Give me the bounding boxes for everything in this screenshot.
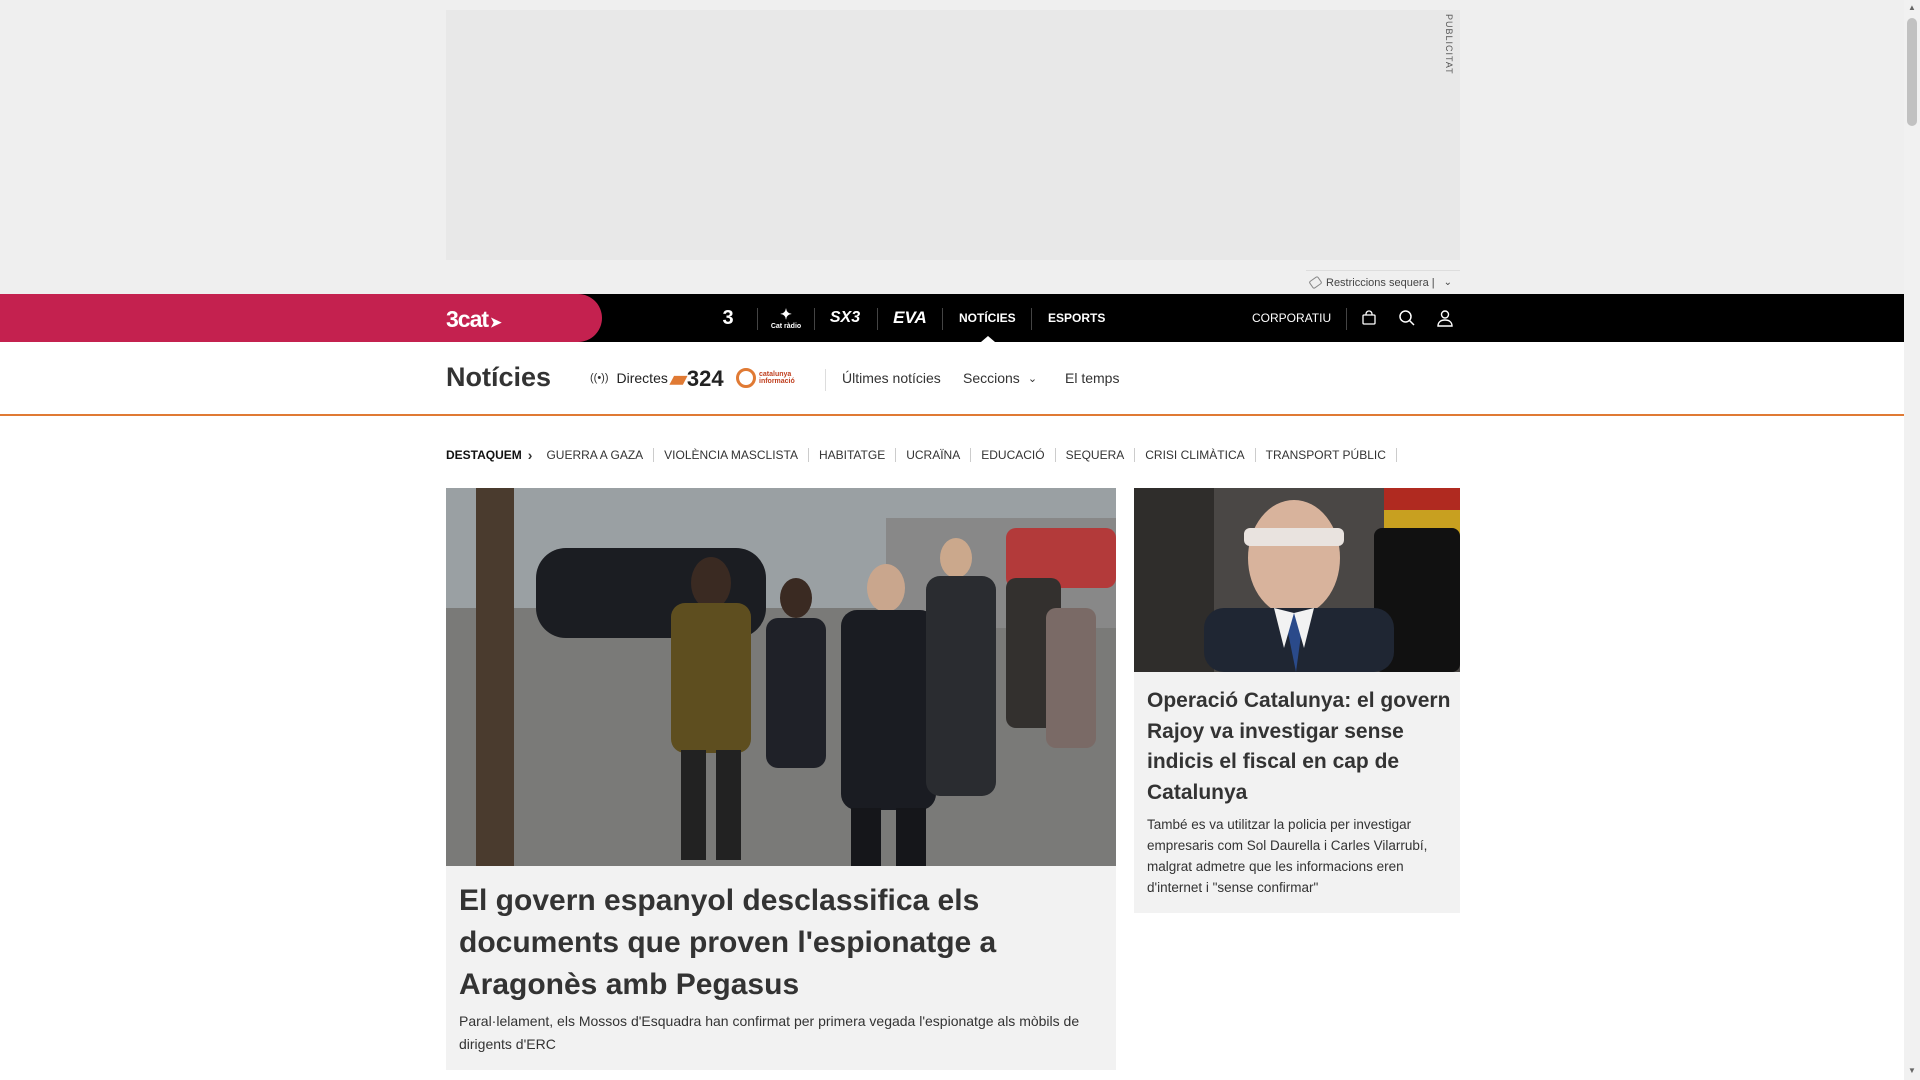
channel-3-label: 3: [722, 306, 734, 329]
catinfo-logo-text: catalunya informació: [759, 371, 795, 385]
separator: [942, 308, 943, 330]
main-article-photo[interactable]: [446, 488, 1116, 866]
channel-catradio-logo[interactable]: ✦ Cat ràdio: [770, 294, 802, 342]
page-title: Notícies: [446, 362, 552, 392]
tag-crisi-climatica[interactable]: CRISI CLIMÀTICA: [1135, 448, 1256, 462]
live-broadcast-icon: ((•)): [590, 372, 609, 384]
catalunya-informacio-logo[interactable]: catalunya informació: [736, 368, 819, 388]
scroll-down-icon[interactable]: ▼: [1908, 1066, 1916, 1075]
search-icon[interactable]: [1396, 307, 1418, 329]
catradio-wing-icon: ✦: [780, 306, 792, 322]
channel-sx3-label: SX3: [829, 309, 861, 326]
chevron-down-icon: ⌄: [1027, 372, 1038, 385]
separator: [814, 308, 815, 330]
corporatiu-link[interactable]: CORPORATIU: [1252, 294, 1331, 342]
ad-zone: PUBLICITAT Restriccions sequera | ⌄: [0, 0, 1904, 294]
brand-area: [0, 294, 602, 342]
nav-noticies[interactable]: NOTÍCIES: [959, 294, 1016, 342]
highlight-tags: DESTAQUEM › GUERRA A GAZA VIOLÈNCIA MASC…: [446, 446, 1397, 464]
top-navigation-bar: 3cat ➤ 3 ✦ Cat ràdio SX3 EVA NOTÍCIES ESP…: [0, 294, 1904, 342]
channel-eva-logo[interactable]: EVA: [890, 294, 930, 342]
separator: [1346, 308, 1347, 330]
section-header: Notícies ((•)) Directes ▰324 catalunya i…: [0, 342, 1904, 416]
tag-guerra-gaza[interactable]: GUERRA A GAZA: [546, 448, 655, 462]
nav-esports[interactable]: ESPORTS: [1048, 294, 1105, 342]
separator: [825, 369, 826, 391]
tag-sequera[interactable]: SEQUERA: [1056, 448, 1136, 462]
channel-catradio-label: Cat ràdio: [770, 323, 802, 330]
side-article-photo[interactable]: [1134, 488, 1460, 672]
arrow-icon: ➤: [490, 314, 502, 330]
side-article-title[interactable]: Operació Catalunya: el govern Rajoy va i…: [1147, 686, 1452, 808]
page-scrollbar[interactable]: ▲ ▼: [1904, 0, 1920, 1080]
nav-el-temps[interactable]: El temps: [1065, 370, 1119, 386]
scrollbar-thumb[interactable]: [1907, 18, 1917, 126]
nav-noticies-label: NOTÍCIES: [959, 311, 1016, 325]
destaquem-label[interactable]: DESTAQUEM: [446, 448, 522, 462]
user-icon[interactable]: [1434, 307, 1456, 329]
side-article-subtitle: També es va utilitzar la policia per inv…: [1147, 817, 1428, 895]
main-article-card[interactable]: El govern espanyol desclassifica els doc…: [446, 488, 1116, 1070]
bag-icon[interactable]: [1358, 307, 1380, 329]
324-logo-mark: ▰: [670, 366, 687, 391]
nav-ultimes-noticies[interactable]: Últimes notícies: [842, 370, 941, 386]
separator: [757, 308, 758, 330]
nav-seccions-dropdown[interactable]: Seccions ⌄: [963, 370, 1037, 386]
side-article-card[interactable]: Operació Catalunya: el govern Rajoy va i…: [1134, 488, 1460, 913]
channel-sx3-logo[interactable]: SX3: [826, 294, 864, 342]
tag-habitatge[interactable]: HABITATGE: [809, 448, 897, 462]
separator: [877, 308, 878, 330]
separator: [1031, 308, 1032, 330]
324-logo-text: 324: [686, 366, 724, 391]
directes-label: Directes: [616, 370, 668, 386]
drought-restrictions-label: Restriccions sequera |: [1326, 276, 1435, 289]
channel-eva-label: EVA: [893, 308, 927, 327]
ad-banner[interactable]: [446, 10, 1460, 260]
ad-label: PUBLICITAT: [1444, 14, 1454, 75]
scroll-up-icon[interactable]: ▲: [1908, 3, 1916, 12]
chevron-right-icon: ›: [527, 447, 533, 463]
main-article-subtitle: Paral·lelament, els Mossos d'Esquadra ha…: [459, 1013, 1080, 1052]
tag-violencia-masclista[interactable]: VIOLÈNCIA MASCLISTA: [654, 448, 809, 462]
3cat-logo-text: 3cat: [446, 306, 489, 332]
corporatiu-label: CORPORATIU: [1252, 311, 1332, 325]
catinfo-circle-icon: [736, 368, 756, 388]
324-logo[interactable]: ▰324: [670, 366, 724, 392]
chevron-down-icon: ⌄: [1443, 277, 1453, 288]
main-article-title[interactable]: El govern espanyol desclassifica els doc…: [459, 880, 1109, 1006]
channel-3-logo[interactable]: 3: [712, 294, 744, 342]
tag-educacio[interactable]: EDUCACIÓ: [971, 448, 1056, 462]
3cat-logo[interactable]: 3cat ➤: [446, 306, 502, 333]
tag-transport-public[interactable]: TRANSPORT PÚBLIC: [1256, 448, 1397, 462]
nav-esports-label: ESPORTS: [1048, 311, 1106, 325]
nav-seccions-label: Seccions: [963, 370, 1020, 386]
directes-link[interactable]: ((•)) Directes: [590, 370, 668, 386]
drought-restrictions-dropdown[interactable]: Restriccions sequera | ⌄: [1306, 270, 1460, 294]
tag-icon: [1308, 275, 1323, 290]
tag-ucraina[interactable]: UCRAÏNA: [896, 448, 972, 462]
